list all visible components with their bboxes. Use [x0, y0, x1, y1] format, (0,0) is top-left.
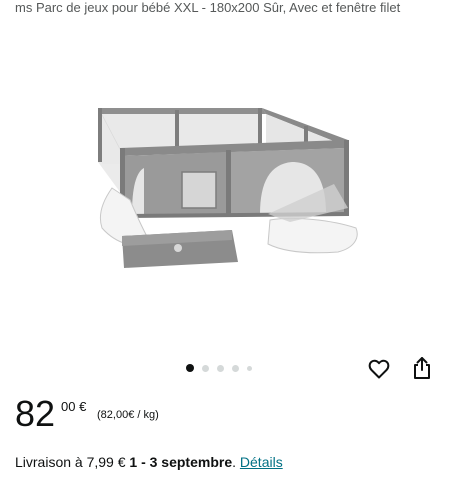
heart-icon[interactable]: [367, 357, 391, 381]
delivery-separator: .: [232, 454, 240, 470]
delivery-dates: 1 - 3 septembre: [129, 454, 233, 470]
price-fraction: 00 €: [61, 399, 87, 414]
carousel-dot-4[interactable]: [232, 364, 239, 372]
delivery-details-link[interactable]: Détails: [240, 454, 283, 470]
share-icon[interactable]: [410, 355, 434, 381]
carousel-dot-5[interactable]: [247, 365, 252, 371]
delivery-prefix: Livraison à 7,99 €: [15, 454, 130, 470]
image-carousel-dots[interactable]: [186, 363, 252, 373]
product-page: ms Parc de jeux pour bébé XXL - 180x200 …: [0, 0, 449, 480]
product-image[interactable]: [80, 92, 370, 277]
price-whole: 82: [15, 393, 56, 434]
carousel-dot-1[interactable]: [186, 364, 194, 372]
carousel-dot-2[interactable]: [202, 364, 209, 372]
unit-price: (82,00€ / kg): [97, 409, 159, 421]
carousel-dot-3[interactable]: [217, 364, 224, 372]
delivery-info: Livraison à 7,99 € 1 - 3 septembre. Déta…: [15, 453, 283, 471]
product-title[interactable]: ms Parc de jeux pour bébé XXL - 180x200 …: [15, 0, 445, 16]
